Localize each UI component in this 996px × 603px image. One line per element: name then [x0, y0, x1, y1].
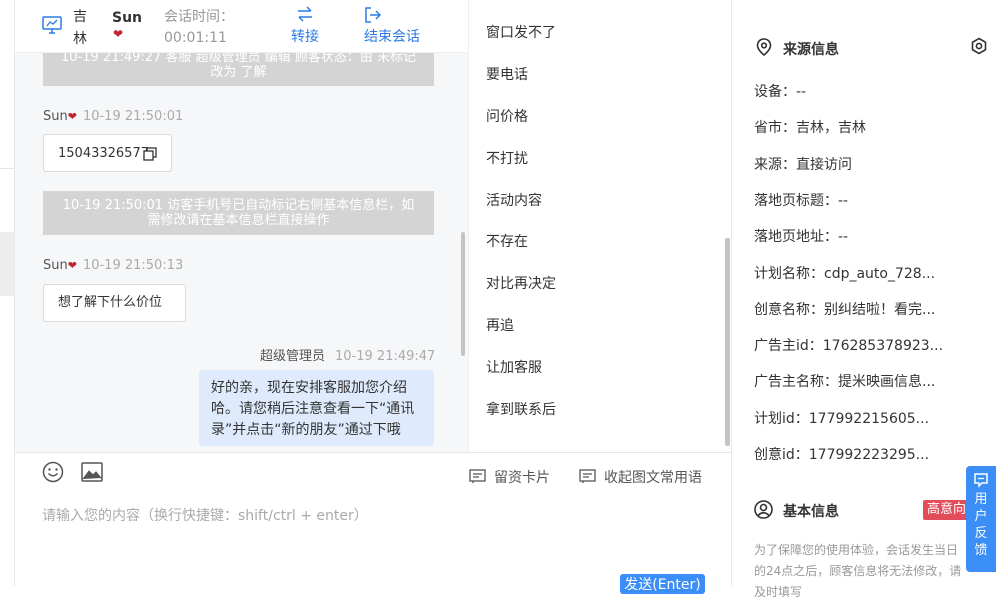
quick-reply-item[interactable]: 对比再决定 — [486, 273, 556, 293]
quick-reply-item[interactable]: 让加客服 — [486, 357, 542, 377]
left-strip — [0, 0, 15, 586]
monitor-icon — [42, 16, 62, 34]
sender-name: 超级管理员 — [260, 349, 326, 364]
heart-icon: ❤ — [67, 110, 77, 123]
source-info-row: 广告主名称：提米映画信息... — [754, 374, 936, 390]
message-meta: Sun❤ 10-19 21:50:01 — [43, 109, 183, 124]
chat-scrollbar[interactable] — [461, 232, 465, 356]
message-meta: Sun❤ 10-19 21:50:13 — [43, 258, 183, 273]
chat-bubble-icon — [974, 473, 988, 488]
source-info-row: 创意id：177992223295... — [754, 447, 930, 463]
system-message-text: 10-19 21:49:27 客服 超级管理员 编辑 顾客状态：由 未标记 改为… — [61, 50, 416, 80]
emoji-icon[interactable] — [42, 461, 64, 483]
image-icon[interactable] — [81, 462, 103, 482]
my-message-bubble[interactable]: 好的亲，现在安排客服加您介绍哈。请您稍后注意查看一下“通讯录”并点击“新的朋友”… — [199, 370, 434, 446]
source-info-row: 计划id：177992215605... — [754, 411, 930, 427]
source-info-row: 设备：-- — [754, 84, 807, 100]
location-pin-icon — [756, 38, 772, 56]
sender-name: Sun — [43, 109, 68, 124]
message-time: 10-19 21:50:01 — [82, 109, 184, 124]
message-time: 10-19 21:49:47 — [335, 349, 436, 364]
quick-reply-item[interactable]: 拿到联系后 — [486, 399, 556, 419]
quick-reply-item[interactable]: 活动内容 — [486, 190, 542, 210]
session-time-value: 00:01:11 — [164, 30, 227, 46]
system-message: 10-19 21:50:01 访客手机号已自动标记右侧基本信息栏，如需修改请在基… — [43, 191, 434, 235]
source-info-row: 创意名称：别纠结啦！看完... — [754, 302, 936, 318]
quick-reply-item[interactable]: 再追 — [486, 315, 514, 335]
sender-name: Sun — [43, 258, 68, 273]
quick-reply-item[interactable]: 不打扰 — [486, 148, 528, 168]
collapse-phrases-label: 收起图文常用语 — [604, 470, 702, 486]
end-session-label: 结束会话 — [364, 29, 420, 45]
transfer-icon — [298, 6, 312, 22]
feedback-label: 用户反馈 — [974, 492, 988, 558]
message-input[interactable]: 请输入您的内容（换行快捷键：shift/ctrl + enter） — [42, 505, 368, 525]
quick-reply-scrollbar[interactable] — [725, 238, 730, 446]
quick-reply-item[interactable]: 要电话 — [486, 64, 528, 84]
user-circle-icon — [754, 500, 773, 519]
source-info-row: 来源：直接访问 — [754, 157, 852, 173]
basic-info-title: 基本信息 — [783, 504, 839, 520]
selected-list-item[interactable] — [0, 232, 14, 296]
intent-badge[interactable]: 高意向 — [923, 500, 971, 520]
quick-reply-item[interactable]: 不存在 — [486, 231, 528, 251]
message-text: 好的亲，现在安排客服加您介绍哈。请您稍后注意查看一下“通讯录”并点击“新的朋友”… — [211, 380, 415, 438]
session-time-label: 会话时间： — [164, 9, 234, 25]
divider — [0, 168, 14, 169]
quick-reply-item[interactable]: 问价格 — [486, 106, 528, 126]
card-button[interactable]: 留资卡片 — [469, 467, 550, 487]
visitor-location: 吉林 — [73, 9, 87, 47]
source-info-row: 计划名称：cdp_auto_728... — [754, 266, 936, 282]
basic-info-notice: 为了保障您的使用体验，会话发生当日的24点之后，顾客信息将无法修改，请及时填写 — [754, 543, 962, 599]
system-message-text: 10-19 21:50:01 访客手机号已自动标记右侧基本信息栏，如需修改请在基… — [62, 198, 415, 228]
transfer-button[interactable]: 转接 — [285, 6, 325, 46]
feedback-button[interactable]: 用户反馈 — [966, 466, 996, 572]
message-bubble[interactable]: 想了解下什么价位 — [43, 284, 186, 322]
message-time: 10-19 21:50:13 — [82, 258, 184, 273]
heart-icon: ❤ — [113, 27, 124, 41]
send-button[interactable]: 发送(Enter) — [620, 574, 705, 594]
heart-icon: ❤ — [67, 259, 77, 272]
settings-icon[interactable] — [970, 37, 988, 55]
copy-icon[interactable] — [143, 147, 157, 161]
transfer-label: 转接 — [291, 29, 319, 45]
card-icon — [469, 469, 486, 483]
end-session-button[interactable]: 结束会话 — [364, 6, 428, 46]
message-text: 15043326577 — [58, 146, 149, 161]
card-label: 留资卡片 — [494, 470, 550, 486]
source-info-row: 落地页地址：-- — [754, 229, 849, 245]
message-meta: 超级管理员 10-19 21:49:47 — [260, 345, 435, 364]
logout-icon — [365, 7, 382, 23]
source-info-row: 广告主id：176285378923... — [754, 338, 944, 354]
message-text: 想了解下什么价位 — [58, 295, 163, 310]
collapse-phrases-button[interactable]: 收起图文常用语 — [579, 467, 702, 487]
message-bubble[interactable]: 15043326577 — [43, 134, 172, 172]
quick-reply-item[interactable]: 窗口发不了 — [486, 22, 556, 42]
source-info-row: 落地页标题：-- — [754, 193, 849, 209]
source-info-row: 省市：吉林，吉林 — [754, 120, 866, 136]
phrases-icon — [579, 469, 596, 483]
visitor-name: Sun — [112, 10, 143, 26]
source-info-title: 来源信息 — [783, 42, 839, 58]
